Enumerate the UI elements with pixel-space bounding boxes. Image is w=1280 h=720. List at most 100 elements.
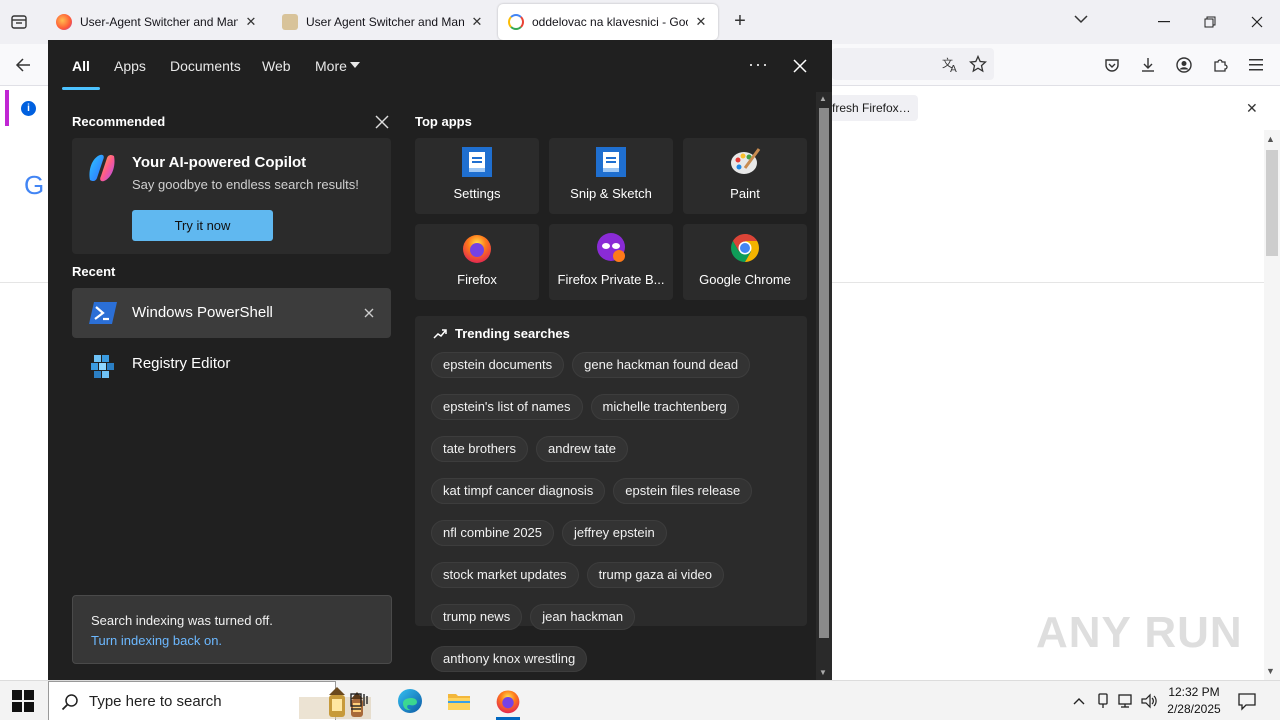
app-tile-label: Google Chrome xyxy=(699,272,791,287)
dismiss-recommended-icon[interactable] xyxy=(374,114,390,130)
close-tab-icon[interactable]: ✕ xyxy=(244,14,258,30)
app-tile-label: Paint xyxy=(730,186,760,201)
chevron-down-icon[interactable] xyxy=(350,62,360,68)
svg-text:A: A xyxy=(950,64,957,73)
close-tab-icon[interactable]: ✕ xyxy=(694,14,708,30)
try-it-now-button[interactable]: Try it now xyxy=(132,210,273,241)
taskbar-edge[interactable] xyxy=(392,685,428,717)
taskbar-file-explorer[interactable] xyxy=(441,685,477,717)
pocket-icon[interactable] xyxy=(1102,55,1122,75)
scroll-down-icon[interactable]: ▼ xyxy=(1266,666,1275,676)
more-options-icon[interactable]: ··· xyxy=(748,54,769,75)
task-view-button[interactable] xyxy=(342,685,378,717)
chrome-icon xyxy=(729,232,761,264)
downloads-icon[interactable] xyxy=(1138,55,1158,75)
app-tile-label: Snip & Sketch xyxy=(570,186,652,201)
close-icon[interactable] xyxy=(790,56,810,76)
taskbar-search-box[interactable]: Type here to search xyxy=(48,681,371,720)
watermark: ANY RUN xyxy=(1036,608,1243,657)
copilot-subtitle: Say goodbye to endless search results! xyxy=(132,177,359,192)
firefox-private-icon xyxy=(595,232,627,264)
browser-tab-active[interactable]: oddelovac na klavesnici - Google ✕ xyxy=(498,4,718,40)
trending-heading: Trending searches xyxy=(433,326,570,341)
registry-editor-icon xyxy=(88,351,118,378)
clock-time: 12:32 PM xyxy=(1168,685,1220,699)
taskbar-firefox[interactable] xyxy=(490,685,526,720)
trending-chip[interactable]: nfl combine 2025 xyxy=(431,520,555,546)
start-button[interactable] xyxy=(12,690,34,712)
new-tab-button[interactable]: + xyxy=(728,10,752,34)
network-icon[interactable] xyxy=(1117,692,1135,710)
trending-chip[interactable]: trump news xyxy=(431,604,523,630)
trending-chip[interactable]: tate brothers xyxy=(431,436,528,462)
extensions-icon[interactable] xyxy=(1210,55,1230,75)
show-hidden-icons-chevron-icon[interactable] xyxy=(1070,692,1088,710)
notification-center-icon[interactable] xyxy=(1237,691,1257,711)
app-tile-snip-sketch[interactable]: Snip & Sketch xyxy=(549,138,673,214)
copilot-title: Your AI-powered Copilot xyxy=(132,154,307,171)
tab-more[interactable]: More xyxy=(315,58,347,74)
turn-indexing-on-link[interactable]: Turn indexing back on. xyxy=(91,633,222,648)
firefox-view-icon[interactable] xyxy=(8,11,30,33)
bookmark-star-icon[interactable] xyxy=(968,54,988,76)
tab-web[interactable]: Web xyxy=(262,58,291,74)
tab-all[interactable]: All xyxy=(72,58,90,74)
panel-scrollbar-thumb[interactable] xyxy=(819,108,829,638)
close-notification-icon[interactable]: ✕ xyxy=(1246,100,1258,117)
minimize-button[interactable] xyxy=(1150,8,1178,36)
restore-button[interactable] xyxy=(1196,8,1224,36)
remove-recent-icon[interactable] xyxy=(362,306,376,320)
recent-item-powershell[interactable]: Windows PowerShell xyxy=(72,288,391,338)
info-icon: i xyxy=(21,101,36,116)
trending-chip[interactable]: michelle trachtenberg xyxy=(590,394,739,420)
recent-item-label: Windows PowerShell xyxy=(132,304,273,321)
volume-icon[interactable] xyxy=(1141,692,1159,710)
trending-chip[interactable]: epstein documents xyxy=(431,352,565,378)
tab-documents[interactable]: Documents xyxy=(170,58,241,74)
windows-search-panel: All Apps Documents Web More ··· Recommen… xyxy=(48,40,832,680)
trending-chip[interactable]: epstein files release xyxy=(613,478,753,504)
back-button[interactable] xyxy=(12,54,34,76)
app-tile-firefox-private[interactable]: Firefox Private B... xyxy=(549,224,673,300)
trending-chip[interactable]: stock market updates xyxy=(431,562,579,588)
scroll-up-icon[interactable]: ▲ xyxy=(1266,134,1275,144)
browser-tab[interactable]: User-Agent Switcher and Manager ✕ xyxy=(46,4,268,40)
trending-up-icon xyxy=(433,328,447,339)
trending-chip[interactable]: epstein's list of names xyxy=(431,394,583,420)
address-bar[interactable]: 文A xyxy=(832,48,994,80)
firefox-icon xyxy=(496,690,520,714)
page-scrollbar-thumb[interactable] xyxy=(1266,150,1278,256)
folder-icon xyxy=(448,694,470,710)
trending-chip[interactable]: jeffrey epstein xyxy=(562,520,667,546)
usb-device-icon[interactable] xyxy=(1094,692,1112,710)
scroll-down-icon[interactable]: ▼ xyxy=(819,668,827,677)
google-icon xyxy=(508,14,524,30)
tab-apps[interactable]: Apps xyxy=(114,58,146,74)
refresh-firefox-button[interactable]: fresh Firefox… xyxy=(830,95,918,121)
close-tab-icon[interactable]: ✕ xyxy=(470,14,484,30)
scroll-up-icon[interactable]: ▲ xyxy=(819,94,827,103)
list-all-tabs-icon[interactable] xyxy=(1070,12,1092,32)
clock-date: 2/28/2025 xyxy=(1167,702,1221,716)
trending-chip[interactable]: jean hackman xyxy=(530,604,636,630)
trending-chip[interactable]: gene hackman found dead xyxy=(572,352,751,378)
trending-chip[interactable]: kat timpf cancer diagnosis xyxy=(431,478,606,504)
app-tile-paint[interactable]: Paint xyxy=(683,138,807,214)
recent-item-registry-editor[interactable]: Registry Editor xyxy=(72,339,391,389)
app-tile-settings[interactable]: Settings xyxy=(415,138,539,214)
trending-chips: epstein documents gene hackman found dea… xyxy=(431,352,801,672)
browser-tab[interactable]: User Agent Switcher and Manager ✕ xyxy=(272,4,494,40)
translate-icon[interactable]: 文A xyxy=(942,55,960,76)
account-icon[interactable] xyxy=(1174,55,1194,75)
close-window-button[interactable] xyxy=(1243,8,1271,36)
app-tile-chrome[interactable]: Google Chrome xyxy=(683,224,807,300)
trending-searches: Trending searches epstein documents gene… xyxy=(415,316,807,672)
trending-chip[interactable]: anthony knox wrestling xyxy=(431,646,588,672)
taskbar-clock[interactable]: 12:32 PM 2/28/2025 xyxy=(1162,684,1226,718)
app-tile-label: Firefox Private B... xyxy=(557,272,665,287)
app-tile-firefox[interactable]: Firefox xyxy=(415,224,539,300)
trending-chip[interactable]: trump gaza ai video xyxy=(586,562,725,588)
app-tile-label: Firefox xyxy=(457,272,497,287)
trending-chip[interactable]: andrew tate xyxy=(536,436,628,462)
menu-icon[interactable] xyxy=(1246,55,1266,75)
